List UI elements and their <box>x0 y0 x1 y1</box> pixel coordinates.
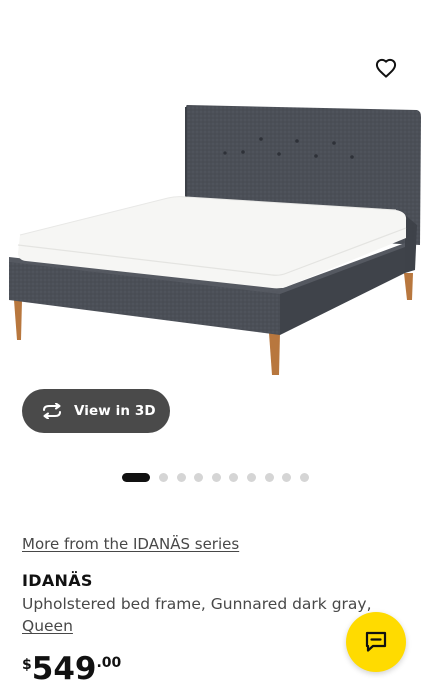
bed-product-image <box>9 105 421 375</box>
carousel-dot[interactable] <box>159 472 168 482</box>
view-in-3d-button[interactable]: View in 3D <box>22 389 170 433</box>
size-link[interactable]: Queen <box>22 617 73 635</box>
carousel-dot[interactable] <box>246 472 256 482</box>
product-price: $ 549 .00 <box>22 651 121 687</box>
carousel-dot[interactable] <box>194 472 204 482</box>
carousel-dot[interactable] <box>264 472 274 482</box>
carousel-dot[interactable] <box>229 472 239 482</box>
carousel-dot[interactable] <box>282 472 292 482</box>
product-image-gallery[interactable]: View in 3D <box>0 0 430 500</box>
carousel-dot-active[interactable] <box>122 472 150 482</box>
chat-bubble-icon <box>365 631 387 652</box>
product-name: IDANÄS <box>22 571 93 590</box>
heart-outline-icon <box>375 58 397 78</box>
product-description-text: Upholstered bed frame, Gunnared dark gra… <box>22 595 372 613</box>
price-currency: $ <box>22 657 32 673</box>
product-description: Upholstered bed frame, Gunnared dark gra… <box>22 593 392 637</box>
series-link[interactable]: More from the IDANÄS series <box>22 535 239 553</box>
rotate-3d-icon <box>40 402 64 420</box>
view-in-3d-label: View in 3D <box>74 403 156 419</box>
carousel-dot[interactable] <box>211 472 221 482</box>
chat-button[interactable] <box>346 612 406 672</box>
price-integer: 549 <box>31 651 97 687</box>
carousel-pagination <box>122 472 317 482</box>
favorite-button[interactable] <box>372 54 400 82</box>
carousel-dot[interactable] <box>299 472 309 482</box>
price-decimal: .00 <box>96 655 122 671</box>
carousel-dot[interactable] <box>176 472 186 482</box>
